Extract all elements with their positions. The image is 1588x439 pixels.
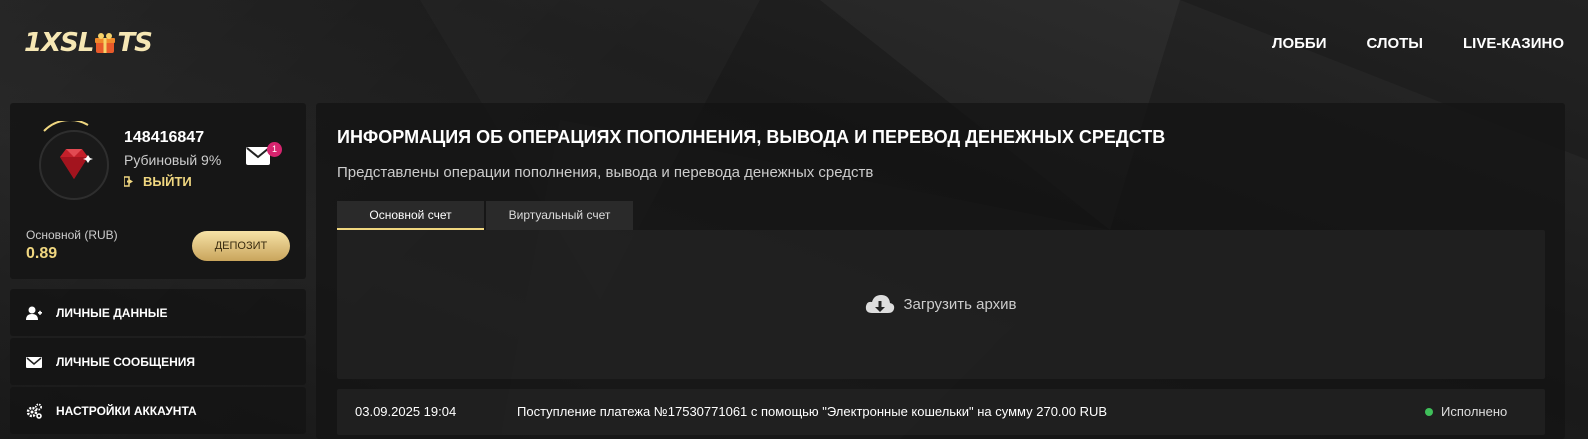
header: 1X SL TS ЛОББИ СЛОТЫ LIVE-КАЗИНО [0,0,1588,92]
operation-date: 03.09.2025 19:04 [355,404,457,419]
status-dot [1425,407,1433,416]
sidebar-item-personal-data[interactable]: ЛИЧНЫЕ ДАННЫЕ [10,289,306,336]
top-nav: ЛОББИ СЛОТЫ LIVE-КАЗИНО [1272,35,1564,52]
gears-icon [26,403,42,419]
tab-main-account[interactable]: Основной счет [337,201,484,230]
envelope-icon [26,356,42,368]
page-title: ИНФОРМАЦИЯ ОБ ОПЕРАЦИЯХ ПОПОЛНЕНИЯ, ВЫВО… [337,127,1166,147]
profile-card: 148416847 Рубиновый 9% ВЫЙТИ 1 Основной … [10,103,306,279]
operation-status: Исполнено [1425,404,1507,419]
nav-slots[interactable]: СЛОТЫ [1366,35,1423,52]
logout-link[interactable]: ВЫЙТИ [124,174,192,189]
brand-logo[interactable]: 1X SL TS [24,28,153,58]
balance-value: 0.89 [26,245,58,262]
account-tabs: Основной счет Виртуальный счет [337,201,633,230]
download-archive-button[interactable]: Загрузить архив [337,230,1545,379]
download-archive-label: Загрузить архив [903,296,1017,313]
user-id: 148416847 [124,129,205,146]
ruby-avatar [39,121,109,200]
user-level: Рубиновый 9% [124,152,222,168]
deposit-button[interactable]: ДЕПОЗИТ [192,231,290,261]
nav-lobby[interactable]: ЛОББИ [1272,35,1327,52]
gift-icon [95,33,116,53]
user-add-icon [26,306,42,320]
logout-icon [124,176,133,187]
operations-panel: ИНФОРМАЦИЯ ОБ ОПЕРАЦИЯХ ПОПОЛНЕНИЯ, ВЫВО… [316,103,1565,439]
sidebar-item-messages[interactable]: ЛИЧНЫЕ СООБЩЕНИЯ [10,338,306,385]
cloud-download-icon [866,294,895,313]
tab-virtual-account[interactable]: Виртуальный счет [486,201,633,230]
messages-badge: 1 [267,142,282,157]
page-subtitle: Представлены операции пополнения, вывода… [337,164,874,181]
nav-live-casino[interactable]: LIVE-КАЗИНО [1463,35,1564,52]
balance-label: Основной (RUB) [26,228,118,242]
table-row[interactable]: 03.09.2025 19:04 Поступление платежа №17… [337,389,1545,435]
sidebar-item-label: ЛИЧНЫЕ ДАННЫЕ [56,305,168,320]
sidebar-item-label: ЛИЧНЫЕ СООБЩЕНИЯ [56,354,196,369]
sidebar-item-settings[interactable]: НАСТРОЙКИ АККАУНТА [10,387,306,434]
operation-description: Поступление платежа №17530771061 с помощ… [517,404,1108,419]
logout-label: ВЫЙТИ [143,174,192,189]
status-label: Исполнено [1441,404,1508,419]
sidebar-item-label: НАСТРОЙКИ АККАУНТА [56,403,197,418]
